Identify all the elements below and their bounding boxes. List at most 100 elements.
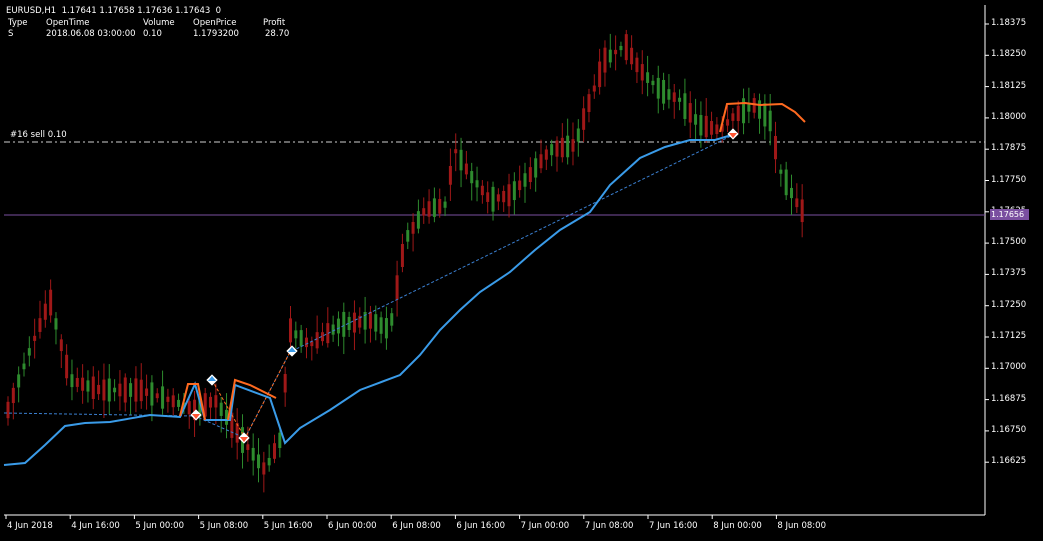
price-tick-label: 1.17375 (991, 268, 1027, 279)
candle-body (587, 94, 591, 113)
candle-body (560, 137, 564, 158)
price-tick-label: 1.16625 (991, 456, 1027, 467)
candle-body (59, 339, 63, 352)
time-tick-label: 6 Jun 16:00 (456, 521, 505, 531)
candle-body (416, 211, 420, 229)
price-tick-label: 1.17125 (991, 331, 1027, 341)
price-tick-label: 1.17250 (991, 299, 1027, 310)
candle-body (571, 139, 575, 152)
candle-body (496, 194, 500, 202)
col-profit: Profit (263, 18, 286, 28)
candle-body (699, 115, 703, 136)
chart-window[interactable]: EURUSD,H1 1.17641 1.17658 1.17636 1.1764… (0, 0, 1043, 541)
candle-body (86, 380, 90, 392)
time-tick-label: 7 Jun 00:00 (520, 521, 570, 531)
candle-body (384, 318, 388, 339)
candle-body (662, 79, 666, 104)
candle-body (161, 386, 165, 409)
moving-average-line (3, 133, 736, 466)
candle-body (704, 115, 708, 138)
row-volume: 0.10 (143, 29, 162, 39)
candle-body (118, 383, 122, 397)
candle-body (209, 396, 213, 408)
candle-body (683, 93, 687, 119)
order-line-label: #16 sell 0.10 (10, 130, 67, 140)
candle-body (219, 402, 223, 416)
price-tick-label: 1.17750 (991, 174, 1027, 185)
sell-arrow-icon[interactable] (727, 128, 739, 140)
candle-body (70, 374, 74, 388)
candle-body (54, 318, 58, 330)
candle-body (11, 387, 15, 404)
candle-body (177, 399, 181, 407)
candle-body (155, 393, 159, 399)
candle-body (171, 395, 175, 408)
current-price-tag: 1.17656 (990, 209, 1029, 220)
candle-body (129, 383, 133, 397)
candle-body (113, 387, 117, 393)
candle-body (294, 330, 298, 339)
candle-body (395, 275, 399, 300)
candle-body (603, 47, 607, 73)
col-type: Type (8, 18, 28, 28)
candle-body (91, 376, 95, 399)
candle-body (145, 388, 149, 396)
candle-body (267, 457, 271, 466)
candle-body (758, 100, 762, 119)
candle-body (619, 45, 623, 51)
candle-body (81, 377, 85, 391)
candle-body (528, 167, 532, 183)
candle-body (75, 377, 79, 387)
candle-body (374, 314, 378, 332)
candle-body (774, 135, 778, 160)
candle-body (459, 149, 463, 171)
candle-body (299, 330, 303, 347)
candle-body (635, 57, 639, 73)
time-tick-label: 6 Jun 00:00 (328, 521, 377, 531)
time-tick-label: 4 Jun 16:00 (71, 521, 120, 531)
candle-body (304, 337, 308, 348)
candle-body (614, 49, 618, 55)
candle-body (710, 121, 714, 135)
trade-connector-line (3, 133, 736, 439)
candle-body (342, 311, 346, 337)
candle-body (640, 64, 644, 81)
candle-body (438, 198, 442, 214)
price-tick-label: 1.18250 (991, 49, 1027, 60)
candle-body (246, 444, 250, 450)
candle-body (656, 77, 660, 99)
candle-body (390, 313, 394, 326)
row-type: S (8, 29, 14, 39)
candle-body (576, 128, 580, 142)
candle-body (598, 61, 602, 88)
candle-body (65, 354, 69, 379)
price-tick-label: 1.18375 (991, 18, 1027, 28)
candle-body (331, 324, 335, 335)
candle-body (257, 454, 261, 469)
candle-body (678, 97, 682, 102)
candle-body (502, 190, 506, 203)
candle-body (235, 423, 239, 443)
candle-body (742, 98, 746, 124)
price-tick-label: 1.16750 (991, 424, 1027, 435)
candle-body (400, 243, 404, 267)
candle-body (672, 92, 676, 102)
candle-body (6, 401, 10, 419)
candle-body (187, 401, 191, 415)
candle-body (544, 149, 548, 160)
candle-body (688, 103, 692, 123)
candle-body (694, 114, 698, 125)
candle-body (592, 85, 596, 92)
candle-body (555, 140, 559, 157)
candle-body (283, 374, 287, 393)
candle-body (480, 185, 484, 196)
candle-body (800, 199, 804, 223)
price-tick-label: 1.17875 (991, 143, 1027, 154)
candle-body (630, 47, 634, 65)
candle-body (523, 173, 527, 187)
candle-body (432, 198, 436, 217)
candle-body (550, 144, 554, 156)
candle-body (17, 374, 21, 388)
candle-body (566, 135, 570, 158)
price-chart[interactable] (0, 0, 1043, 541)
